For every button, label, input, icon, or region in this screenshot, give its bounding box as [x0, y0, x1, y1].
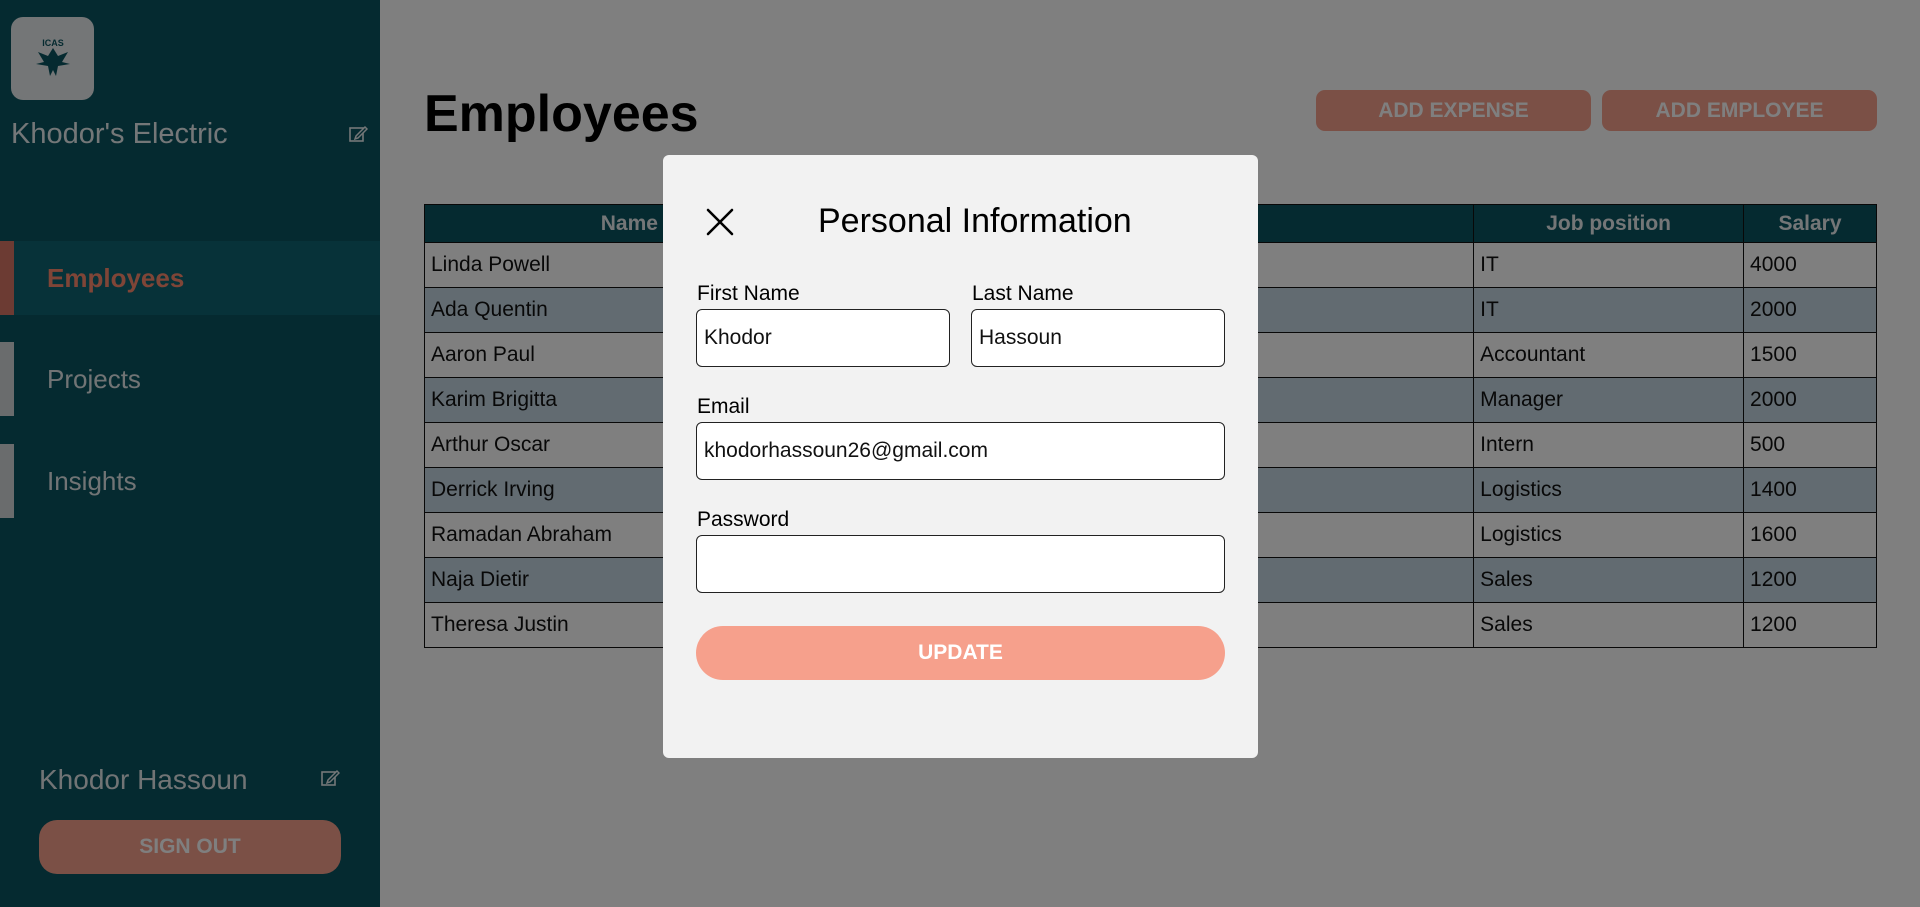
last-name-field[interactable] [971, 309, 1225, 367]
personal-information-modal: Personal Information First Name Last Nam… [663, 155, 1258, 758]
email-field[interactable] [696, 422, 1225, 480]
update-button[interactable]: UPDATE [696, 626, 1225, 680]
password-field[interactable] [696, 535, 1225, 593]
modal-title: Personal Information [818, 202, 1132, 240]
last-name-label: Last Name [972, 282, 1074, 305]
close-icon[interactable] [705, 207, 735, 237]
email-label: Email [697, 395, 750, 418]
first-name-field[interactable] [696, 309, 950, 367]
password-label: Password [697, 508, 790, 531]
first-name-label: First Name [697, 282, 800, 305]
